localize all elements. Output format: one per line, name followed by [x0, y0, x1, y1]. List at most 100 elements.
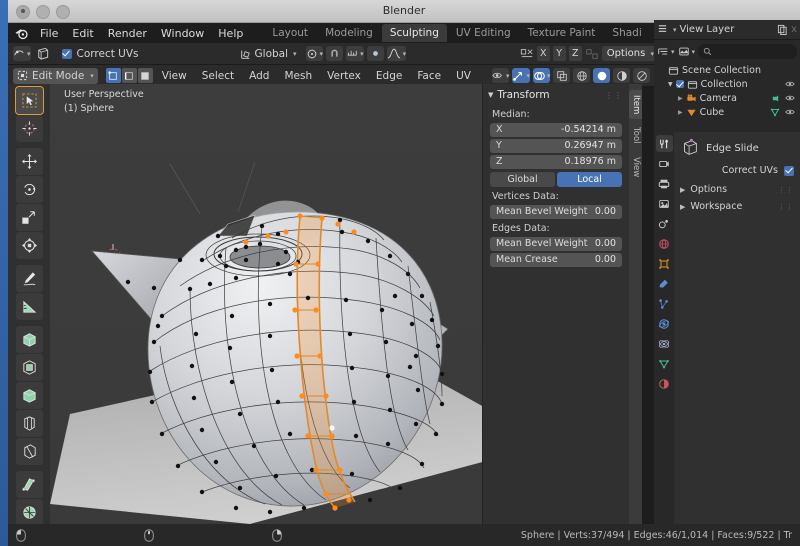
vertex-mean-bevel-weight-field[interactable]: Mean Bevel Weight 0.00 — [490, 205, 622, 219]
tool-properties-tab[interactable] — [655, 135, 673, 152]
blender-logo-icon[interactable] — [14, 26, 29, 41]
mirror-icon[interactable] — [520, 47, 534, 61]
viewport-menu-face[interactable]: Face — [411, 69, 447, 83]
mesh-data-icon[interactable] — [770, 107, 780, 117]
outliner-item-cube[interactable]: ▶ Cube — [654, 105, 800, 119]
viewport-menu-uv[interactable]: UV — [450, 69, 477, 83]
local-space-button[interactable]: Local — [557, 172, 622, 187]
outliner-display-mode[interactable]: View Layer — [680, 24, 735, 35]
edge-mean-crease-field[interactable]: Mean Crease 0.00 — [490, 253, 622, 267]
constraint-properties-tab[interactable] — [656, 335, 673, 352]
knife-tool[interactable] — [15, 471, 43, 498]
tweak-select-box-tool[interactable] — [14, 86, 44, 115]
show-gizmo-icon[interactable]: ▾ — [512, 68, 530, 83]
shading-solid-icon[interactable] — [593, 68, 611, 83]
snap-increment-icon[interactable]: ▾ — [346, 46, 364, 61]
chevron-down-icon[interactable]: ▾ — [293, 50, 297, 58]
render-properties-tab[interactable] — [656, 155, 673, 172]
visibility-eye-icon[interactable] — [785, 108, 795, 116]
menu-help[interactable]: Help — [211, 25, 250, 42]
add-cube-tool[interactable] — [15, 326, 43, 353]
edge-select-mode[interactable] — [121, 68, 137, 83]
output-properties-tab[interactable] — [656, 175, 673, 192]
view-layer-properties-tab[interactable] — [656, 195, 673, 212]
outliner-item-camera[interactable]: ▶ Camera — [654, 91, 800, 105]
display-mode-icon[interactable]: ▾ — [678, 44, 695, 59]
expand-triangle-icon[interactable]: ▼ — [668, 81, 673, 88]
visibility-eye-icon[interactable] — [785, 80, 795, 88]
cage-icon[interactable] — [34, 46, 51, 61]
shading-material-icon[interactable] — [613, 68, 631, 83]
median-x-field[interactable]: X -0.54214 m — [490, 123, 622, 137]
new-collection-icon[interactable] — [777, 24, 788, 35]
outliner-search-input[interactable] — [698, 44, 797, 59]
section-options[interactable]: ▶ Options ⋮⋮ — [680, 184, 794, 195]
outliner-editor-icon[interactable] — [657, 24, 668, 35]
xray-toggle-icon[interactable] — [553, 68, 571, 83]
tab-sculpting[interactable]: Sculpting — [381, 24, 447, 42]
physics-properties-tab[interactable] — [656, 315, 673, 332]
tab-uv-editing[interactable]: UV Editing — [448, 24, 519, 42]
menu-file[interactable]: File — [33, 25, 65, 42]
tab-modeling[interactable]: Modeling — [317, 24, 381, 42]
move-tool[interactable] — [15, 148, 43, 175]
world-properties-tab[interactable] — [656, 235, 673, 252]
material-properties-tab[interactable] — [656, 375, 673, 392]
tab-texture-paint[interactable]: Texture Paint — [520, 24, 604, 42]
options-button[interactable]: Options ▾ — [601, 46, 659, 61]
viewport-menu-select[interactable]: Select — [196, 69, 240, 83]
mirror-axis-y[interactable]: Y — [552, 46, 566, 61]
sidebar-tab-tool[interactable]: Tool — [629, 122, 642, 149]
proportional-edit-icon[interactable] — [366, 46, 384, 61]
edge-mean-bevel-weight-field[interactable]: Mean Bevel Weight 0.00 — [490, 237, 622, 251]
inset-faces-tool[interactable] — [15, 382, 43, 409]
vertex-select-mode[interactable] — [105, 68, 121, 83]
viewport-menu-mesh[interactable]: Mesh — [278, 69, 318, 83]
outliner-item-collection[interactable]: ▼ Collection — [654, 77, 800, 91]
viewport-menu-view[interactable]: View — [156, 69, 193, 83]
bevel-tool[interactable] — [15, 410, 43, 437]
transform-orientation-value[interactable]: Global — [255, 48, 289, 60]
outliner-item-scene-collection[interactable]: Scene Collection — [654, 63, 800, 77]
correct-uvs-checkbox[interactable] — [61, 48, 72, 59]
scale-tool[interactable] — [15, 204, 43, 231]
face-select-mode[interactable] — [137, 68, 153, 83]
extrude-region-tool[interactable] — [15, 354, 43, 381]
expand-triangle-icon[interactable]: ▶ — [678, 95, 683, 102]
close-icon[interactable]: x — [791, 24, 797, 35]
visibility-selectability-icon[interactable]: ▾ — [491, 68, 510, 83]
mirror-axis-x[interactable]: X — [536, 46, 550, 61]
viewport-menu-add[interactable]: Add — [243, 69, 275, 83]
object-data-properties-tab[interactable] — [656, 355, 673, 372]
cursor-tool[interactable] — [15, 115, 43, 142]
chevron-down-icon[interactable]: ▾ — [673, 26, 677, 34]
edge-slide-tool-icon[interactable]: ▾ — [13, 46, 31, 61]
snap-magnet-icon[interactable] — [326, 46, 344, 61]
spin-tool[interactable] — [15, 499, 43, 526]
modifier-properties-tab[interactable] — [656, 275, 673, 292]
shading-rendered-icon[interactable] — [633, 68, 651, 83]
sidebar-tab-view[interactable]: View — [629, 151, 642, 183]
menu-render[interactable]: Render — [101, 25, 154, 42]
menu-window[interactable]: Window — [154, 25, 211, 42]
sidebar-tab-item[interactable]: Item — [629, 90, 642, 120]
uv-mirror-icon[interactable] — [585, 47, 599, 61]
mode-selector[interactable]: Edit Mode ▾ — [13, 67, 98, 84]
pivot-point-icon[interactable]: ▾ — [305, 46, 324, 61]
median-z-field[interactable]: Z 0.18976 m — [490, 155, 622, 169]
shading-wireframe-icon[interactable] — [573, 68, 591, 83]
median-y-field[interactable]: Y 0.26947 m — [490, 139, 622, 153]
transform-tool[interactable] — [15, 232, 43, 259]
loop-cut-tool[interactable] — [15, 438, 43, 465]
show-overlays-icon[interactable]: ▾ — [532, 68, 551, 83]
tab-layout[interactable]: Layout — [264, 24, 316, 42]
measure-tool[interactable] — [15, 293, 43, 320]
visibility-eye-icon[interactable] — [785, 94, 795, 102]
tab-shading[interactable]: Shadi — [604, 24, 649, 42]
object-properties-tab[interactable] — [656, 255, 673, 272]
section-workspace[interactable]: ▶ Workspace ⋮⋮ — [680, 201, 794, 212]
viewport-menu-edge[interactable]: Edge — [370, 69, 408, 83]
operator-correct-uvs-checkbox[interactable] — [784, 165, 794, 176]
camera-data-sub-icon[interactable] — [771, 94, 780, 103]
falloff-curve-icon[interactable]: ▾ — [386, 46, 407, 61]
